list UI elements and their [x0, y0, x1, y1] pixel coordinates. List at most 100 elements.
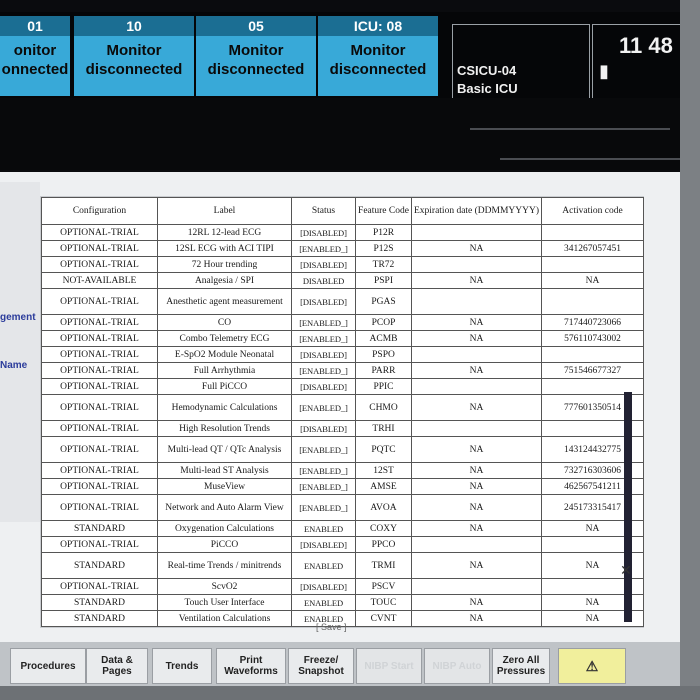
tile-line2: onnected — [1, 61, 69, 78]
bed-label: 01 — [0, 16, 70, 36]
status-cell[interactable]: ENABLED — [291, 552, 356, 579]
print-waveforms-button[interactable]: Print Waveforms — [216, 648, 286, 684]
label-cell: Hemodynamic Calculations — [157, 394, 292, 421]
table-row: OPTIONAL-TRIAL Multi-lead ST Analysis [ENA… — [41, 462, 644, 479]
col-header: Configuration — [41, 197, 158, 225]
table-row: OPTIONAL-TRIAL Network and Auto Alarm Vie… — [41, 494, 644, 521]
label-cell: E-SpO2 Module Neonatal — [157, 346, 292, 363]
bed-label: ICU: 08 — [318, 16, 438, 36]
footer-bar: Procedures Data & Pages Trends Print Wav… — [0, 642, 682, 686]
feature-code-cell: COXY — [355, 520, 412, 537]
expiration-cell — [411, 578, 542, 595]
bed-tile-icu08[interactable]: ICU: 08 Monitor disconnected — [318, 16, 438, 96]
status-cell[interactable]: [ENABLED_] — [291, 240, 356, 257]
tile-line2: disconnected — [207, 61, 305, 78]
table-row: STANDARD Oxygenation Calculations ENABLED C… — [41, 520, 644, 537]
feature-code-cell: ACMB — [355, 330, 412, 347]
status-cell[interactable]: [ENABLED_] — [291, 436, 356, 463]
waveform-line — [470, 128, 670, 130]
table-row: OPTIONAL-TRIAL Combo Telemetry ECG [ENABLE… — [41, 330, 644, 347]
status-cell[interactable]: ENABLED — [291, 520, 356, 537]
status-cell[interactable]: [ENABLED_] — [291, 330, 356, 347]
config-cell: OPTIONAL-TRIAL — [41, 462, 158, 479]
activation-code-cell — [541, 256, 644, 273]
unit-info-box[interactable]: CSICU-04 Basic ICU — [452, 24, 590, 100]
label-cell: ScvO2 — [157, 578, 292, 595]
status-cell[interactable]: [DISABLED] — [291, 378, 356, 395]
bezel-bottom — [0, 686, 700, 700]
activation-code-cell — [541, 288, 644, 315]
status-cell[interactable]: ENABLED — [291, 594, 356, 611]
activation-code-cell — [541, 224, 644, 241]
nibp-auto-button[interactable]: NIBP Auto — [424, 648, 490, 684]
expiration-cell: NA — [411, 478, 542, 495]
config-cell: OPTIONAL-TRIAL — [41, 494, 158, 521]
expiration-cell — [411, 288, 542, 315]
label-cell: PiCCO — [157, 536, 292, 553]
table-row: OPTIONAL-TRIAL 12SL ECG with ACI TIPI [ENA… — [41, 240, 644, 257]
left-nav-item[interactable]: gement — [0, 312, 36, 323]
feature-code-cell: CHMO — [355, 394, 412, 421]
feature-code-cell: PSPI — [355, 272, 412, 289]
table-header-row: Configuration Label Status Feature Code … — [41, 197, 644, 225]
expiration-cell — [411, 378, 542, 395]
trends-button[interactable]: Trends — [152, 648, 212, 684]
table-row: OPTIONAL-TRIAL 72 Hour trending [DISABLED]… — [41, 256, 644, 273]
status-cell[interactable]: [DISABLED] — [291, 346, 356, 363]
status-cell[interactable]: [ENABLED_] — [291, 494, 356, 521]
expiration-cell — [411, 536, 542, 553]
left-nav-item[interactable]: Name — [0, 360, 27, 371]
alarm-bell-icon: ⚠ — [585, 657, 599, 674]
status-cell[interactable]: [DISABLED] — [291, 420, 356, 437]
zero-all-pressures-button[interactable]: Zero All Pressures — [492, 648, 550, 684]
left-nav: gement Name — [0, 182, 40, 522]
expiration-cell — [411, 224, 542, 241]
config-cell: OPTIONAL-TRIAL — [41, 314, 158, 331]
clock-box: 11 48 ▮ — [592, 24, 692, 100]
status-cell[interactable]: [ENABLED_] — [291, 394, 356, 421]
table-row: STANDARD Touch User Interface ENABLED TOUC N… — [41, 594, 644, 611]
status-cell[interactable]: [DISABLED] — [291, 288, 356, 315]
status-cell[interactable]: [ENABLED_] — [291, 462, 356, 479]
bed-tile-05[interactable]: 05 Monitor disconnected — [196, 16, 316, 96]
status-cell[interactable]: [DISABLED] — [291, 256, 356, 273]
clock-time: 11 48 — [619, 33, 673, 58]
bed-label: 10 — [74, 16, 194, 36]
table-row: OPTIONAL-TRIAL Full Arrhythmia [ENABLED_] P… — [41, 362, 644, 379]
col-header: Label — [157, 197, 292, 225]
feature-code-cell: PPIC — [355, 378, 412, 395]
feature-code-cell: TR72 — [355, 256, 412, 273]
activation-code-cell: 341267057451 — [541, 240, 644, 257]
battery-icon: ▮ — [599, 61, 609, 81]
save-button[interactable]: [ Save ] — [316, 622, 347, 632]
status-cell[interactable]: [DISABLED] — [291, 224, 356, 241]
feature-code-cell: PARR — [355, 362, 412, 379]
config-cell: OPTIONAL-TRIAL — [41, 394, 158, 421]
status-cell[interactable]: [DISABLED] — [291, 578, 356, 595]
procedures-button[interactable]: Procedures — [10, 648, 86, 684]
expiration-cell: NA — [411, 394, 542, 421]
status-cell[interactable]: [DISABLED] — [291, 536, 356, 553]
table-row: OPTIONAL-TRIAL PiCCO [DISABLED] PPCO — [41, 536, 644, 553]
status-cell[interactable]: DISABLED — [291, 272, 356, 289]
bed-tile-01[interactable]: 01 onitor onnected — [0, 16, 70, 96]
status-cell[interactable]: [ENABLED_] — [291, 362, 356, 379]
scrollbar[interactable] — [624, 392, 632, 622]
col-header: Feature Code — [355, 197, 412, 225]
feature-code-cell: TRHI — [355, 420, 412, 437]
bed-label: 05 — [196, 16, 316, 36]
feature-code-cell: CVNT — [355, 610, 412, 627]
col-header: Status — [291, 197, 356, 225]
bed-tile-10[interactable]: 10 Monitor disconnected — [74, 16, 194, 96]
nibp-start-button[interactable]: NIBP Start — [356, 648, 422, 684]
waveform-area — [0, 98, 690, 170]
data-pages-button[interactable]: Data & Pages — [86, 648, 148, 684]
status-cell[interactable]: [ENABLED_] — [291, 314, 356, 331]
freeze-snapshot-button[interactable]: Freeze/ Snapshot — [288, 648, 354, 684]
status-cell[interactable]: [ENABLED_] — [291, 478, 356, 495]
config-cell: OPTIONAL-TRIAL — [41, 536, 158, 553]
table-row: OPTIONAL-TRIAL E-SpO2 Module Neonatal [DIS… — [41, 346, 644, 363]
close-icon[interactable]: ✕ — [620, 562, 632, 579]
label-cell: MuseView — [157, 478, 292, 495]
alarm-button[interactable]: ⚠ — [558, 648, 626, 684]
